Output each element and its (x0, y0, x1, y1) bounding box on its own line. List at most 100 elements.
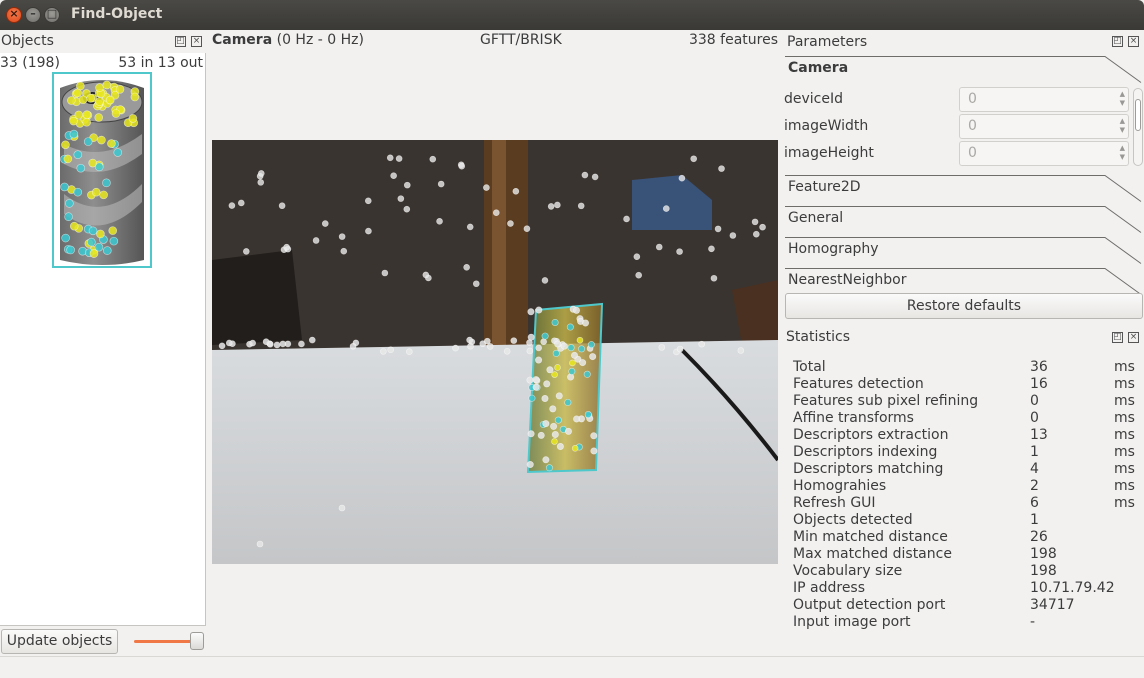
object-thumbnail[interactable] (52, 72, 152, 268)
spinner-icon[interactable]: ▲ ▼ (1120, 90, 1125, 108)
feature-point (283, 243, 290, 251)
feature-point (554, 340, 562, 348)
feature-point (242, 248, 250, 255)
feature-point (729, 232, 737, 239)
feature-point (66, 245, 75, 255)
stat-unit: ms (1114, 393, 1135, 409)
statistics-title: Statistics (786, 329, 850, 345)
parameters-scrollbar[interactable] (1133, 88, 1143, 166)
feature-point (94, 242, 104, 252)
feature-point (708, 245, 715, 253)
stat-value: 1 (1030, 444, 1039, 460)
stat-value: 2 (1030, 478, 1039, 494)
param-value-field[interactable]: 0 ▲ ▼ (959, 141, 1129, 166)
param-value: 0 (968, 118, 977, 134)
feature-point (551, 318, 559, 326)
stat-unit: ms (1114, 444, 1135, 460)
minimize-window-button[interactable]: – (25, 7, 41, 23)
feature-point (527, 333, 535, 341)
maximize-icon: □ (46, 7, 58, 20)
tab-nearestneighbor[interactable]: NearestNeighbor (785, 266, 1144, 296)
camera-view: Camera (0 Hz - 0 Hz) GFTT/BRISK 338 feat… (206, 30, 780, 656)
float-icon[interactable]: ◰ (1112, 36, 1123, 47)
object-count: 33 (198) (0, 55, 60, 71)
feature-point (381, 269, 389, 277)
spinner-icon[interactable]: ▲ ▼ (1120, 144, 1125, 162)
param-value-field[interactable]: 0 ▲ ▼ (959, 114, 1129, 139)
feature-point (452, 344, 459, 352)
feature-point (737, 347, 745, 354)
feature-point (108, 226, 118, 235)
feature-point (403, 205, 411, 213)
stat-row: Affine transforms 0 ms (793, 410, 1143, 427)
close-window-button[interactable]: × (6, 7, 22, 23)
stat-name: Features detection (793, 376, 924, 392)
feature-point (752, 230, 760, 238)
objects-panel: Objects ◰ × 33 (198) 53 in 13 out (0, 30, 206, 626)
stat-name: Descriptors extraction (793, 427, 949, 443)
param-value-field[interactable]: 0 ▲ ▼ (959, 87, 1129, 112)
update-objects-button[interactable]: Update objects (1, 629, 118, 654)
feature-point (714, 225, 722, 233)
window-title: Find-Object (71, 6, 163, 22)
spinner-icon[interactable]: ▲ ▼ (1120, 117, 1125, 135)
feature-point (540, 338, 547, 346)
feature-point (390, 172, 397, 180)
close-icon[interactable]: × (1128, 332, 1139, 343)
close-icon[interactable]: × (191, 36, 202, 47)
feature-point (467, 342, 474, 350)
feature-point (69, 129, 79, 139)
stat-row: Descriptors indexing 1 ms (793, 444, 1143, 461)
stat-value: 198 (1030, 546, 1057, 562)
feature-point (94, 113, 104, 122)
feature-point (88, 158, 97, 168)
close-icon: × (9, 7, 19, 20)
feature-point (466, 223, 474, 231)
feature-point (338, 504, 346, 512)
close-icon[interactable]: × (1128, 36, 1139, 47)
feature-point (532, 376, 540, 384)
feature-point (86, 93, 95, 103)
feature-point (405, 348, 413, 356)
feature-point (109, 236, 119, 246)
stat-name: Input image port (793, 614, 911, 630)
feature-point (73, 187, 83, 197)
feature-point (312, 237, 320, 244)
feature-point (115, 84, 125, 94)
float-icon[interactable]: ◰ (1112, 332, 1123, 343)
stat-name: Homograhies (793, 478, 887, 494)
feature-point (321, 220, 329, 227)
stat-value: 34717 (1030, 597, 1075, 613)
feature-point (573, 415, 581, 423)
feature-point (655, 243, 663, 251)
tab-homography[interactable]: Homography (785, 235, 1144, 265)
feature-point (380, 348, 387, 355)
feature-point (512, 187, 520, 195)
feature-point (532, 383, 540, 391)
restore-defaults-button[interactable]: Restore defaults (785, 293, 1143, 319)
feature-point (466, 336, 473, 344)
feature-point (718, 165, 725, 172)
float-icon[interactable]: ◰ (175, 36, 186, 47)
feature-point (535, 306, 543, 314)
scrollbar-thumb[interactable] (1135, 99, 1141, 131)
feature-point (82, 110, 92, 119)
camera-image[interactable] (212, 140, 778, 564)
feature-point (587, 341, 595, 349)
stat-value: 26 (1030, 529, 1048, 545)
tab-general[interactable]: General (785, 204, 1144, 234)
stat-name: Min matched distance (793, 529, 948, 545)
objects-slider-handle[interactable] (190, 632, 205, 650)
feature-point (690, 155, 698, 163)
tab-camera[interactable]: Camera (785, 54, 1144, 84)
feature-point (528, 394, 536, 402)
stat-row: Input image port - (793, 614, 1143, 631)
tab-feature2d[interactable]: Feature2D (785, 173, 1144, 203)
feature-point (556, 443, 564, 451)
objects-list[interactable]: 33 (198) 53 in 13 out (0, 53, 206, 626)
feature-point (340, 247, 348, 255)
feature-point (759, 223, 766, 231)
maximize-window-button[interactable]: □ (44, 7, 60, 23)
title-bar: × – □ Find-Object (0, 0, 1144, 30)
stat-name: Total (793, 359, 826, 375)
